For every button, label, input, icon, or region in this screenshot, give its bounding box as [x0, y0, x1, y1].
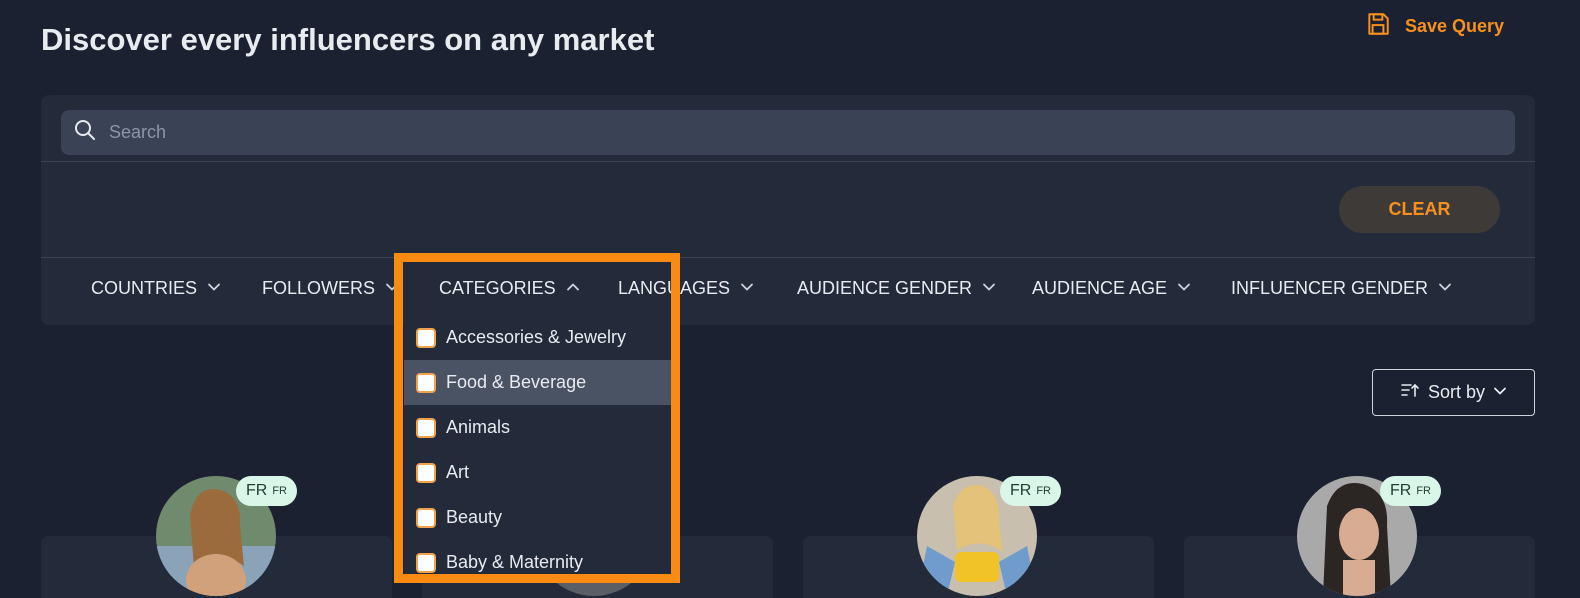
chevron-down-icon	[385, 278, 399, 299]
country-badge: FR FR	[236, 476, 297, 506]
chevron-down-icon	[207, 278, 221, 299]
category-label: Art	[446, 462, 470, 482]
chevron-down-icon	[740, 278, 754, 299]
checkbox[interactable]	[416, 507, 436, 528]
category-option[interactable]: Beauty	[404, 495, 672, 540]
checkbox[interactable]	[416, 372, 436, 393]
checkbox[interactable]	[416, 462, 436, 483]
search-bar[interactable]	[61, 110, 1515, 155]
categories-dropdown: Accessories & Jewelry Food & Beverage An…	[404, 315, 672, 575]
chevron-down-icon	[982, 278, 996, 299]
chevron-down-icon	[1177, 278, 1191, 299]
checkbox[interactable]	[416, 552, 436, 573]
chevron-down-icon	[1493, 382, 1507, 403]
filter-countries[interactable]: COUNTRIES	[91, 277, 221, 299]
page-title: Discover every influencers on any market	[41, 22, 655, 57]
filter-audience-gender[interactable]: AUDIENCE GENDER	[797, 277, 996, 299]
filter-label: AUDIENCE AGE	[1032, 277, 1168, 298]
divider	[41, 257, 1535, 258]
category-label: Animals	[446, 417, 511, 437]
filter-label: INFLUENCER GENDER	[1231, 277, 1429, 298]
category-label: Accessories & Jewelry	[446, 327, 627, 347]
category-label: Baby & Maternity	[446, 552, 584, 572]
checkbox[interactable]	[416, 417, 436, 438]
filter-label: COUNTRIES	[91, 277, 198, 298]
clear-button[interactable]: CLEAR	[1339, 186, 1500, 233]
search-input[interactable]	[109, 122, 1489, 143]
filter-followers[interactable]: FOLLOWERS	[262, 277, 399, 299]
category-option[interactable]: Animals	[404, 405, 672, 450]
country-badge: FR FR	[1000, 476, 1061, 506]
category-label: Beauty	[446, 507, 503, 527]
page: Discover every influencers on any market…	[0, 0, 1580, 598]
filter-languages[interactable]: LANGUAGES	[618, 277, 754, 299]
chevron-up-icon	[566, 278, 580, 299]
country-flag-text: FR	[272, 485, 287, 497]
save-query-label: Save Query	[1405, 15, 1505, 36]
category-option[interactable]: Baby & Maternity	[404, 540, 672, 575]
filter-influencer-gender[interactable]: INFLUENCER GENDER	[1231, 277, 1452, 299]
category-option[interactable]: Accessories & Jewelry	[404, 315, 672, 360]
save-query-button[interactable]: Save Query	[1365, 10, 1504, 42]
filter-label: CATEGORIES	[439, 277, 556, 298]
country-flag-text: FR	[1416, 485, 1431, 497]
filter-label: AUDIENCE GENDER	[797, 277, 973, 298]
floppy-disk-icon	[1365, 11, 1391, 42]
category-option[interactable]: Food & Beverage	[404, 360, 672, 405]
filter-audience-age[interactable]: AUDIENCE AGE	[1032, 277, 1191, 299]
sort-label: Sort by	[1427, 382, 1486, 402]
country-flag-text: FR	[1036, 485, 1051, 497]
country-code: FR	[246, 482, 268, 499]
checkbox[interactable]	[416, 327, 436, 348]
country-code: FR	[1390, 482, 1412, 499]
filter-categories[interactable]: CATEGORIES	[439, 277, 580, 299]
filter-label: LANGUAGES	[618, 277, 731, 298]
sort-by-button[interactable]: Sort by	[1372, 369, 1535, 416]
divider	[41, 161, 1535, 162]
category-label: Food & Beverage	[446, 372, 587, 392]
search-icon	[73, 118, 97, 147]
category-option[interactable]: Art	[404, 450, 672, 495]
filter-label: FOLLOWERS	[262, 277, 376, 298]
sort-icon	[1400, 380, 1420, 405]
country-badge: FR FR	[1380, 476, 1441, 506]
chevron-down-icon	[1438, 278, 1452, 299]
country-code: FR	[1010, 482, 1032, 499]
